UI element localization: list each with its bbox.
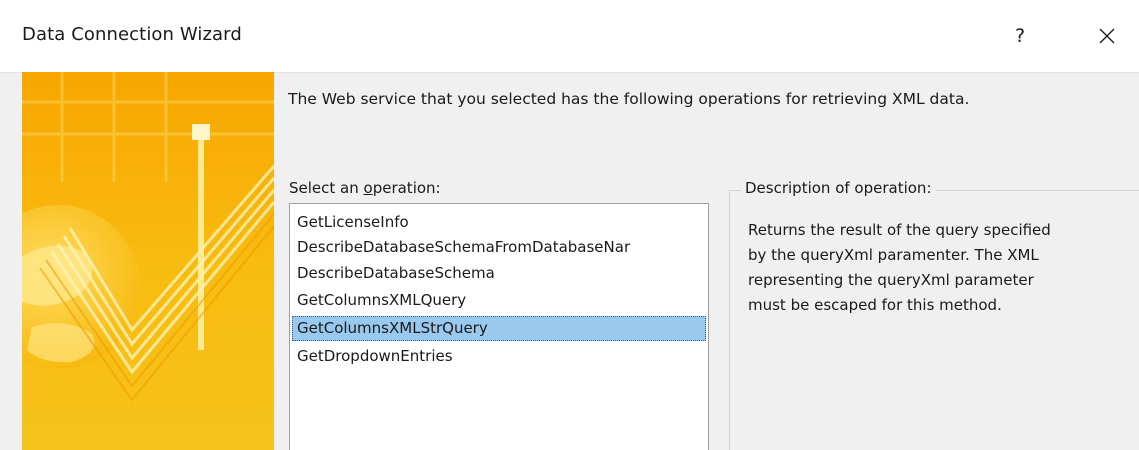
data-connection-wizard-dialog: Data Connection Wizard ? The Web service… xyxy=(0,0,1139,450)
wizard-side-banner xyxy=(22,72,274,450)
window-title: Data Connection Wizard xyxy=(22,24,242,45)
select-operation-label-suffix: peration: xyxy=(372,179,441,197)
select-operation-label: Select an operation: xyxy=(289,179,441,197)
operation-item-describedatabaseschemafromdatabasename[interactable]: DescribeDatabaseSchemaFromDatabaseNar xyxy=(292,235,706,260)
operation-item-getdropdownentries[interactable]: GetDropdownEntries xyxy=(292,344,706,369)
help-icon: ? xyxy=(1014,25,1026,47)
description-text: Returns the result of the query specifie… xyxy=(748,218,1128,318)
description-line: must be escaped for this method. xyxy=(748,296,1002,314)
description-line: Returns the result of the query specifie… xyxy=(748,221,1051,239)
select-operation-label-accelerator: o xyxy=(363,179,373,197)
operation-item-getlicenseinfo[interactable]: GetLicenseInfo xyxy=(292,210,706,235)
help-button[interactable]: ? xyxy=(998,14,1042,58)
description-legend: Description of operation: xyxy=(741,179,936,197)
close-icon xyxy=(1098,27,1116,45)
description-line: representing the queryXml parameter xyxy=(748,271,1034,289)
operation-item-getcolumnsxmlstrquery[interactable]: GetColumnsXMLStrQuery xyxy=(292,316,706,341)
wizard-banner-graphic xyxy=(22,72,274,450)
close-button[interactable] xyxy=(1085,14,1129,58)
title-bar: Data Connection Wizard ? xyxy=(0,0,1139,73)
intro-text: The Web service that you selected has th… xyxy=(288,90,970,108)
select-operation-label-prefix: Select an xyxy=(289,179,364,197)
operation-item-describedatabaseschema[interactable]: DescribeDatabaseSchema xyxy=(292,261,706,286)
operation-item-getcolumnsxmlquery[interactable]: GetColumnsXMLQuery xyxy=(292,288,706,313)
description-line: by the queryXml paramenter. The XML xyxy=(748,246,1039,264)
operation-listbox[interactable]: GetLicenseInfo DescribeDatabaseSchemaFro… xyxy=(289,203,709,450)
